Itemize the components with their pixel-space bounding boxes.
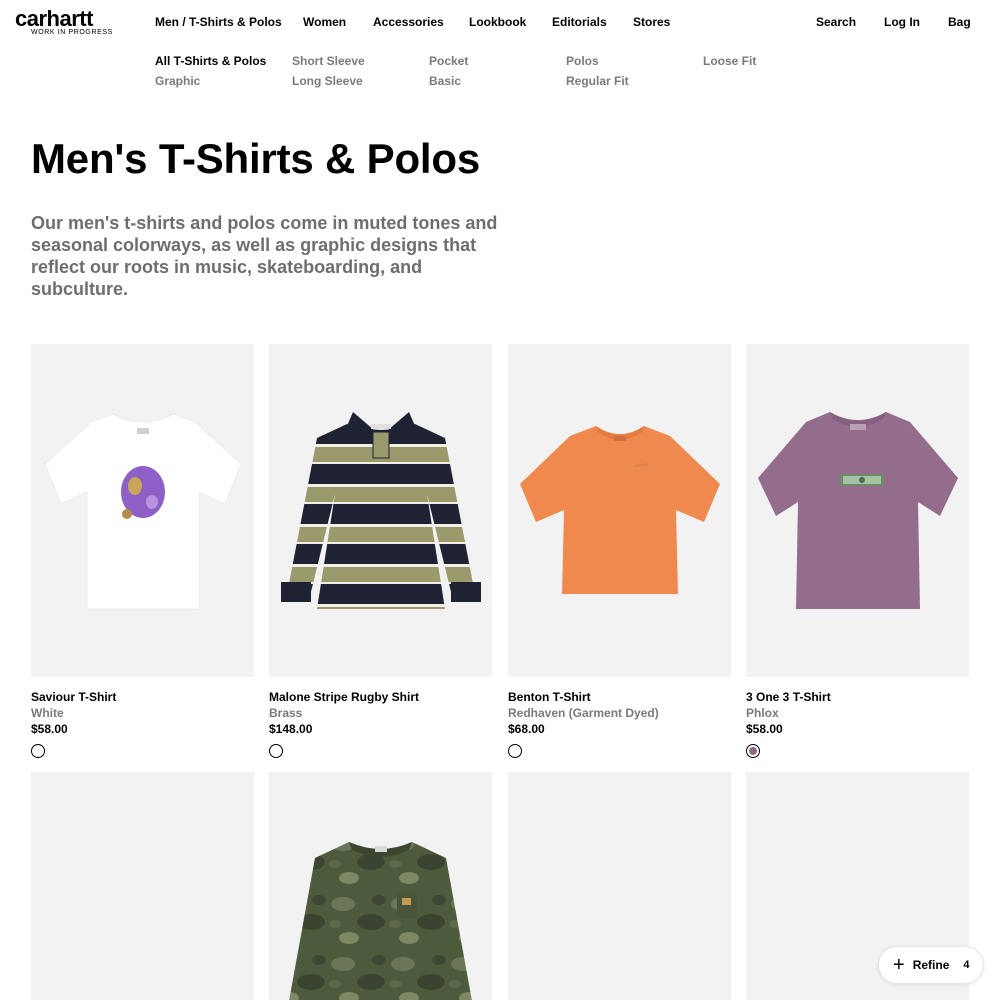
color-swatch[interactable] — [269, 744, 283, 758]
subnav-regular-fit[interactable]: Regular Fit — [566, 74, 629, 88]
page-description: Our men's t-shirts and polos come in mut… — [31, 213, 498, 299]
subnav-all-tshirts-polos[interactable]: All T-Shirts & Polos — [155, 54, 266, 68]
product-card-benton-tshirt[interactable]: Benton T-Shirt Redhaven (Garment Dyed) $… — [508, 344, 731, 758]
product-color: Brass — [269, 706, 303, 720]
product-name[interactable]: 3 One 3 T-Shirt — [746, 689, 969, 705]
product-name[interactable]: Benton T-Shirt — [508, 689, 731, 705]
subnav-polos[interactable]: Polos — [566, 54, 599, 68]
subnav-basic[interactable]: Basic — [429, 74, 461, 88]
subnav-graphic[interactable]: Graphic — [155, 74, 200, 88]
product-card-malone-stripe-rugby[interactable]: Malone Stripe Rugby Shirt Brass $148.00 — [269, 344, 492, 758]
refine-button[interactable]: + Refine 4 — [878, 946, 984, 984]
swatch-dot — [749, 747, 757, 755]
nav-breadcrumb-men-tshirts[interactable]: Men / T-Shirts & Polos — [155, 15, 282, 29]
color-swatch[interactable] — [508, 744, 522, 758]
product-price: $58.00 — [31, 722, 68, 736]
product-card-3-one-3-tshirt[interactable]: 3 One 3 T-Shirt Phlox $58.00 — [746, 344, 969, 758]
product-price: $68.00 — [508, 722, 545, 736]
search-link[interactable]: Search — [816, 15, 856, 29]
product-image[interactable] — [31, 344, 254, 677]
subnav-long-sleeve[interactable]: Long Sleeve — [292, 74, 363, 88]
subnav-pocket[interactable]: Pocket — [429, 54, 468, 68]
refine-label: Refine — [912, 958, 950, 972]
product-color: Redhaven (Garment Dyed) — [508, 706, 659, 720]
product-price: $58.00 — [746, 722, 783, 736]
refine-count-badge: 4 — [963, 959, 970, 971]
product-name[interactable]: Saviour T-Shirt — [31, 689, 254, 705]
product-image[interactable] — [31, 772, 254, 1000]
brand-logo[interactable]: carhartt WORK IN PROGRESS — [15, 6, 127, 37]
nav-women[interactable]: Women — [303, 15, 346, 29]
product-image[interactable] — [508, 772, 731, 1000]
nav-accessories[interactable]: Accessories — [373, 15, 444, 29]
subnav-loose-fit[interactable]: Loose Fit — [703, 54, 756, 68]
color-swatch[interactable] — [746, 744, 760, 758]
product-image[interactable] — [269, 344, 492, 677]
brand-tagline: WORK IN PROGRESS — [31, 29, 113, 36]
subnav-short-sleeve[interactable]: Short Sleeve — [292, 54, 365, 68]
bag-link[interactable]: Bag — [948, 15, 971, 29]
product-image[interactable] — [269, 772, 492, 1000]
product-color: Phlox — [746, 706, 779, 720]
login-link[interactable]: Log In — [884, 15, 920, 29]
product-price: $148.00 — [269, 722, 313, 736]
nav-editorials[interactable]: Editorials — [552, 15, 607, 29]
product-color: White — [31, 706, 64, 720]
product-card-saviour-tshirt[interactable]: Saviour T-Shirt White $58.00 — [31, 344, 254, 758]
product-name[interactable]: Malone Stripe Rugby Shirt — [269, 689, 492, 705]
brand-wordmark: carhartt — [15, 6, 93, 31]
color-swatch[interactable] — [31, 744, 45, 758]
product-image[interactable] — [746, 344, 969, 677]
plus-icon: + — [893, 954, 905, 976]
nav-stores[interactable]: Stores — [633, 15, 670, 29]
product-image[interactable] — [508, 344, 731, 677]
nav-lookbook[interactable]: Lookbook — [469, 15, 526, 29]
page-title: Men's T-Shirts & Polos — [31, 135, 480, 182]
